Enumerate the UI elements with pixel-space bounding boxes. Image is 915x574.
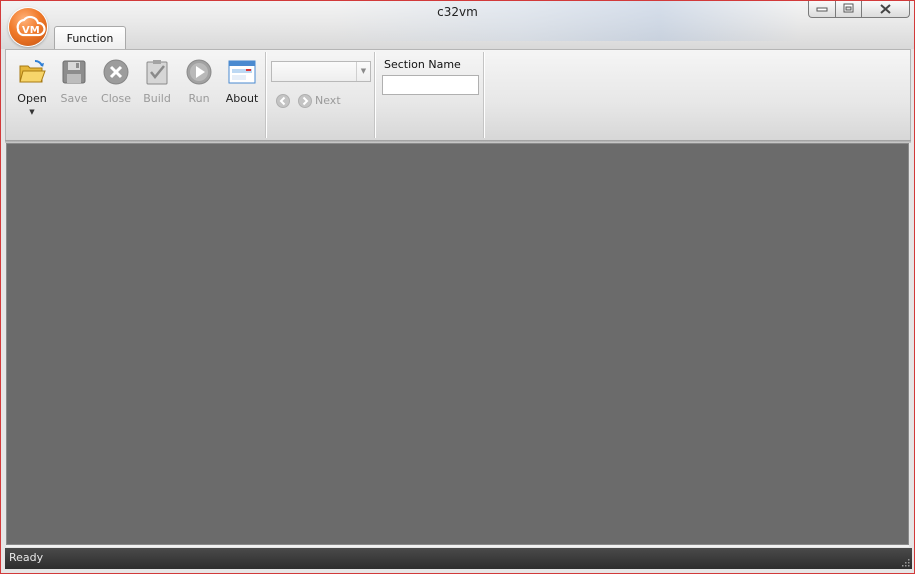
minimize-button[interactable] [808, 1, 836, 18]
close-x-icon [880, 4, 891, 14]
window-info-icon [228, 60, 256, 84]
section-name-input[interactable] [382, 75, 479, 95]
status-bar: Ready [5, 548, 912, 569]
navigation-combo[interactable]: ▼ [271, 61, 371, 82]
resize-grip-icon[interactable] [900, 557, 910, 567]
folder-open-icon [19, 60, 46, 83]
workspace-bottom-edge [6, 545, 909, 547]
application-menu-button[interactable]: VM [9, 8, 47, 46]
app-window: c32vm VM Function Open ▼ Save Close Buil… [0, 0, 915, 574]
window-title: c32vm [437, 5, 478, 19]
run-button[interactable]: Run [179, 54, 219, 116]
combo-dropdown-icon[interactable]: ▼ [356, 62, 370, 81]
play-icon [186, 59, 212, 85]
workspace-area[interactable] [6, 143, 909, 545]
app-logo-icon: VM [16, 15, 46, 37]
next-arrow-icon[interactable] [298, 94, 312, 108]
run-label: Run [188, 92, 210, 105]
save-label: Save [60, 92, 88, 105]
open-button[interactable]: Open ▼ [12, 54, 52, 116]
maximize-button[interactable] [836, 1, 862, 18]
close-window-button[interactable] [862, 1, 910, 18]
about-button[interactable]: About [222, 54, 262, 116]
about-label: About [225, 92, 259, 105]
build-label: Build [143, 92, 171, 105]
chevron-down-icon[interactable]: ▼ [12, 108, 52, 116]
close-button[interactable]: Close [96, 54, 136, 116]
save-button[interactable]: Save [54, 54, 94, 116]
previous-arrow-icon[interactable] [276, 94, 290, 108]
section-name-label: Section Name [384, 58, 461, 71]
title-bar: c32vm [1, 1, 914, 49]
window-controls [808, 1, 910, 19]
next-button-label[interactable]: Next [315, 94, 341, 107]
app-logo-text: VM [22, 25, 40, 36]
group-separator [483, 52, 484, 138]
group-separator [374, 52, 375, 138]
build-button[interactable]: Build [137, 54, 177, 116]
floppy-disk-icon [62, 60, 86, 84]
clipboard-check-icon [146, 60, 168, 85]
restore-icon [843, 3, 854, 13]
status-text: Ready [9, 551, 44, 564]
minimize-icon [816, 7, 828, 12]
ribbon: Open ▼ Save Close Build Run About ▼ Next… [5, 49, 911, 141]
open-label: Open [17, 92, 47, 105]
group-separator [265, 52, 266, 138]
tab-function[interactable]: Function [54, 26, 126, 51]
close-circle-icon [103, 59, 129, 85]
